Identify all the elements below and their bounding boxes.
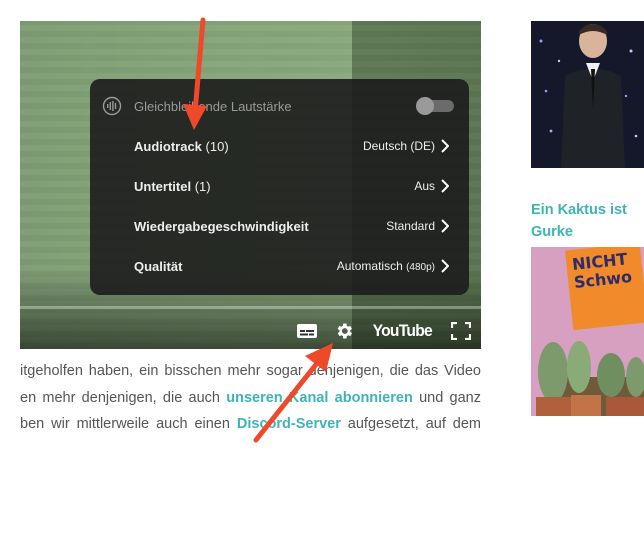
menu-label: Untertitel (1) [134,178,211,194]
chevron-right-icon [441,259,449,273]
discord-server-link[interactable]: Discord-Server [237,416,341,432]
menu-item-quality[interactable]: Qualität Automatisch (480p) [90,246,469,286]
article-body: itgeholfen haben, ein bisschen mehr soga… [20,358,481,438]
menu-item-audiotrack[interactable]: Audiotrack (10) Deutsch (DE) [90,126,469,166]
stable-volume-toggle[interactable] [416,97,454,115]
menu-label: Qualität [134,258,183,274]
menu-value: Deutsch (DE) [362,139,435,153]
chevron-right-icon [441,219,449,233]
settings-button[interactable] [334,321,354,341]
menu-item-subtitles[interactable]: Untertitel (1) Aus [90,166,469,206]
player-controls: YouTube [296,319,471,343]
menu-value: Aus [414,179,435,193]
progress-bar[interactable] [20,306,481,309]
sidebar-thumbnail-1[interactable] [531,21,644,168]
sidebar-article-title[interactable]: Ein Kaktus ist Gurke [531,199,644,243]
subtitles-icon [297,324,318,338]
menu-label: Wiedergabegeschwindigkeit [134,218,309,234]
fullscreen-button[interactable] [451,322,471,340]
subtitles-button[interactable] [296,323,318,339]
chevron-right-icon [441,139,449,153]
menu-item-stable-volume[interactable]: Gleichbleibende Lautstärke [90,86,469,126]
talk-show-image [531,21,644,168]
youtube-logo[interactable]: YouTube [373,321,433,341]
menu-label: Gleichbleibende Lautstärke [134,98,292,114]
menu-value: Automatisch (480p) [336,259,435,273]
cactus-sign-text: NICHT Schwo [571,249,633,292]
fullscreen-icon [451,322,471,340]
menu-label: Audiotrack (10) [134,138,229,154]
article-line: ben wir mittlerweile auch einen Discord-… [20,416,481,432]
stable-volume-icon [102,96,122,116]
video-player[interactable]: YouTube Gleichbleibende Lautstärke Audio… [20,21,481,349]
gear-icon [338,323,353,339]
settings-menu: Gleichbleibende Lautstärke Audiotrack (1… [90,79,469,295]
subscribe-channel-link[interactable]: unseren Kanal abonnieren [226,390,413,406]
article-line: en mehr denjenigen, die auch unseren Kan… [20,389,481,406]
toggle-knob [416,97,434,115]
menu-item-playback-speed[interactable]: Wiedergabegeschwindigkeit Standard [90,206,469,246]
article-line: itgeholfen haben, ein bisschen mehr soga… [20,363,481,379]
sidebar-thumbnail-2[interactable]: NICHT Schwo [531,247,644,416]
chevron-right-icon [441,179,449,193]
menu-value: Standard [386,219,435,233]
